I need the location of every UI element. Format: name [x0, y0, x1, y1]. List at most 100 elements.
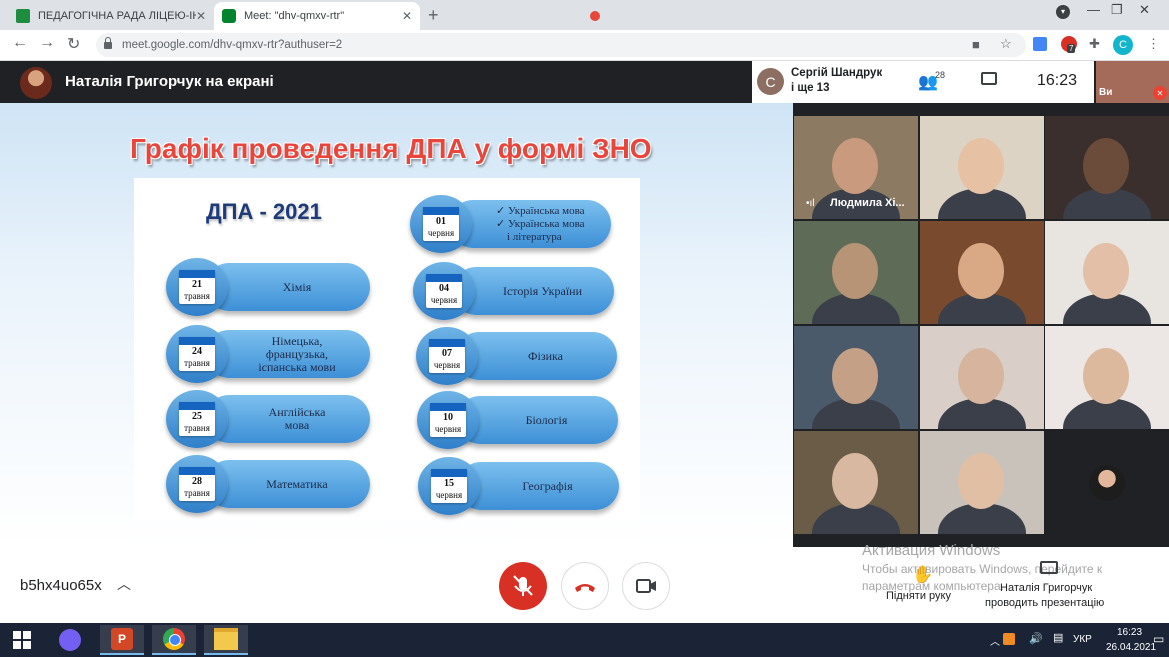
- camera-toggle-button[interactable]: [622, 562, 670, 610]
- meeting-code[interactable]: b5hx4uo65x: [20, 577, 102, 594]
- camera-icon: [636, 579, 656, 593]
- exam-day: 21: [192, 279, 202, 290]
- tab-search-icon[interactable]: ▾: [1056, 5, 1070, 19]
- notifications-icon[interactable]: ▭: [1153, 632, 1164, 646]
- exam-month: червня: [427, 228, 455, 238]
- slide-title: Графік проведення ДПА у формі ЗНО: [130, 133, 652, 164]
- viber-icon[interactable]: [48, 625, 92, 655]
- camera-indicator-icon[interactable]: ■: [972, 37, 980, 52]
- exam-day: 01: [436, 216, 446, 227]
- presenter-status: проводить презентацію: [985, 597, 1105, 609]
- exam-subject: мова: [284, 418, 310, 432]
- windows-activation-line: Чтобы активировать Windows, перейдите к: [862, 562, 1103, 576]
- participant-video-tile[interactable]: [920, 431, 1044, 534]
- exam-subject: Географія: [522, 478, 573, 493]
- exam-subject: іспанська мови: [258, 359, 336, 374]
- file-explorer-icon[interactable]: [204, 625, 248, 655]
- exam-day: 07: [442, 348, 452, 359]
- participant-video-tile[interactable]: [794, 221, 918, 324]
- calendar-icon: 28 травня: [179, 467, 215, 501]
- exam-day: 10: [443, 412, 453, 423]
- chat-icon[interactable]: [981, 72, 997, 85]
- participant-video-tile[interactable]: [920, 221, 1044, 324]
- self-label: Ви: [1099, 87, 1113, 98]
- url-text: meet.google.com/dhv-qmxv-rtr?authuser=2: [122, 39, 343, 51]
- mic-toggle-button[interactable]: [499, 562, 547, 610]
- restore-icon[interactable]: ❐: [1111, 2, 1123, 18]
- powerpoint-icon[interactable]: P: [100, 625, 144, 655]
- network-icon[interactable]: ▤: [1053, 631, 1063, 644]
- participant-video-tile[interactable]: [920, 326, 1044, 429]
- participant-video-tile[interactable]: [1045, 326, 1169, 429]
- volume-icon[interactable]: 🔊: [1029, 632, 1043, 645]
- participant-video-tile[interactable]: [920, 116, 1044, 219]
- participant-face: [958, 348, 1004, 404]
- browser-tab-classroom[interactable]: ПЕДАГОГІЧНА РАДА ЛІЦЕЮ-ІНТ ✕: [8, 2, 214, 30]
- leave-call-button[interactable]: [561, 562, 609, 610]
- participant-face: [958, 453, 1004, 509]
- participant-video-tile[interactable]: [794, 326, 918, 429]
- raise-hand-icon[interactable]: ✋: [912, 565, 933, 585]
- windows-activation-title: Активация Windows: [862, 542, 1001, 559]
- raise-hand-label[interactable]: Підняти руку: [886, 590, 951, 602]
- participant-name: Сергій Шандрук: [791, 67, 883, 79]
- chrome-menu-icon[interactable]: ⋮: [1147, 36, 1160, 52]
- exam-month: травня: [184, 423, 210, 433]
- close-window-icon[interactable]: ✕: [1139, 2, 1150, 18]
- exam-subject: французька,: [265, 346, 329, 361]
- system-clock-time[interactable]: 16:23: [1117, 627, 1142, 638]
- new-tab-button[interactable]: +: [428, 5, 439, 26]
- hang-up-icon: [575, 584, 595, 592]
- exam-subject: Математика: [266, 476, 328, 491]
- bookmark-star-icon[interactable]: ☆: [1000, 36, 1012, 52]
- mic-on-icon: •ıl: [806, 198, 815, 209]
- presenting-title: Наталія Григорчук на екрані: [65, 73, 274, 90]
- present-screen-icon[interactable]: [1040, 561, 1058, 574]
- people-count: 28: [935, 70, 946, 80]
- tray-chevron-icon[interactable]: ︿: [990, 633, 1000, 648]
- calendar-icon: 04 червня: [426, 274, 462, 308]
- meeting-clock: 16:23: [1037, 72, 1078, 89]
- google-meet-icon: [222, 9, 236, 23]
- extension-badge: 7: [1067, 44, 1076, 53]
- back-icon[interactable]: ←: [12, 34, 28, 52]
- tab-close-icon[interactable]: ✕: [402, 9, 412, 23]
- browser-tab-meet[interactable]: Meet: "dhv-qmxv-rtr" ✕: [214, 2, 600, 30]
- participant-face: [1083, 348, 1129, 404]
- calendar-icon: 01 червня: [423, 207, 459, 241]
- reload-icon[interactable]: ↻: [67, 34, 80, 54]
- exam-subject: Німецька,: [271, 333, 323, 348]
- translate-extension-icon[interactable]: [1033, 37, 1047, 51]
- system-clock-date[interactable]: 26.04.2021: [1106, 642, 1156, 653]
- exam-month: червня: [434, 424, 462, 434]
- calendar-icon: 15 червня: [431, 469, 467, 503]
- exam-subject: і література: [507, 230, 562, 243]
- chrome-icon[interactable]: [152, 625, 196, 655]
- extensions-puzzle-icon[interactable]: ✚: [1089, 36, 1100, 52]
- recording-indicator-icon: [590, 11, 600, 21]
- presentation-slide: Графік проведення ДПА у формі ЗНО ДПА - …: [0, 103, 793, 547]
- tab-title: Meet: "dhv-qmxv-rtr": [244, 10, 345, 22]
- participant-face: [832, 138, 878, 194]
- exam-month: травня: [184, 291, 210, 301]
- windows-start-icon[interactable]: [0, 625, 44, 655]
- participant-video-tile[interactable]: [794, 431, 918, 534]
- minimize-icon[interactable]: —: [1087, 2, 1100, 17]
- exam-day: 24: [192, 346, 202, 357]
- profile-avatar[interactable]: C: [1113, 35, 1133, 55]
- participant-video-tile[interactable]: [1045, 116, 1169, 219]
- exam-subject: ✓ Українська мова: [496, 204, 585, 217]
- participant-tile-name: Людмила Хі...: [830, 197, 905, 209]
- forward-icon[interactable]: →: [39, 34, 55, 52]
- chevron-up-icon[interactable]: ︿: [117, 574, 131, 594]
- participant-video-tile[interactable]: [1045, 431, 1169, 534]
- calendar-icon: 07 червня: [429, 339, 465, 373]
- input-language[interactable]: УКР: [1073, 634, 1092, 645]
- participant-video-tile[interactable]: [1045, 221, 1169, 324]
- tab-close-icon[interactable]: ✕: [196, 9, 206, 23]
- calendar-icon: 10 червня: [430, 403, 466, 437]
- address-bar[interactable]: meet.google.com/dhv-qmxv-rtr?authuser=2: [96, 33, 1026, 57]
- exam-month: червня: [433, 360, 461, 370]
- mic-off-icon: [513, 575, 533, 596]
- tray-app-icon[interactable]: [1003, 633, 1015, 645]
